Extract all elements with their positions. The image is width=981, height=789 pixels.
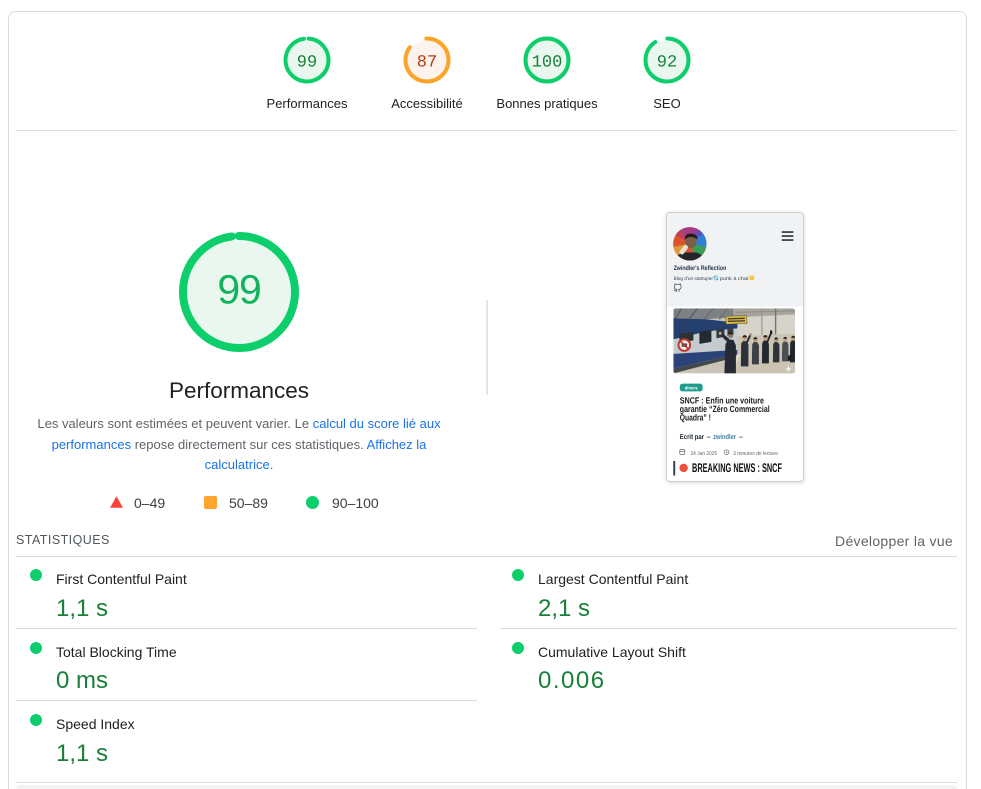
svg-text:99: 99: [217, 267, 260, 313]
svg-text:Zwindler's Reflection: Zwindler's Reflection: [674, 265, 727, 272]
svg-text:divers: divers: [685, 385, 698, 391]
svg-text:–: –: [707, 434, 711, 441]
svg-text:100: 100: [532, 54, 563, 73]
svg-text:punk à chat: punk à chat: [720, 276, 749, 282]
svg-text:zwindler: zwindler: [713, 433, 736, 441]
svg-text:87: 87: [417, 54, 437, 73]
svg-text:92: 92: [657, 54, 677, 73]
svg-text:–: –: [739, 434, 743, 441]
svg-text:Blog d'un startuper: Blog d'un startuper: [674, 276, 714, 282]
svg-text:24 Jan 2025: 24 Jan 2025: [691, 451, 718, 457]
svg-text:Ecrit par: Ecrit par: [680, 433, 704, 441]
svg-text:BREAKING NEWS : SNCF: BREAKING NEWS : SNCF: [692, 461, 782, 475]
svg-text:Quadra” !: Quadra” !: [680, 413, 711, 423]
svg-text:3 minutes de lecture: 3 minutes de lecture: [733, 451, 778, 457]
svg-text:99: 99: [297, 54, 317, 73]
